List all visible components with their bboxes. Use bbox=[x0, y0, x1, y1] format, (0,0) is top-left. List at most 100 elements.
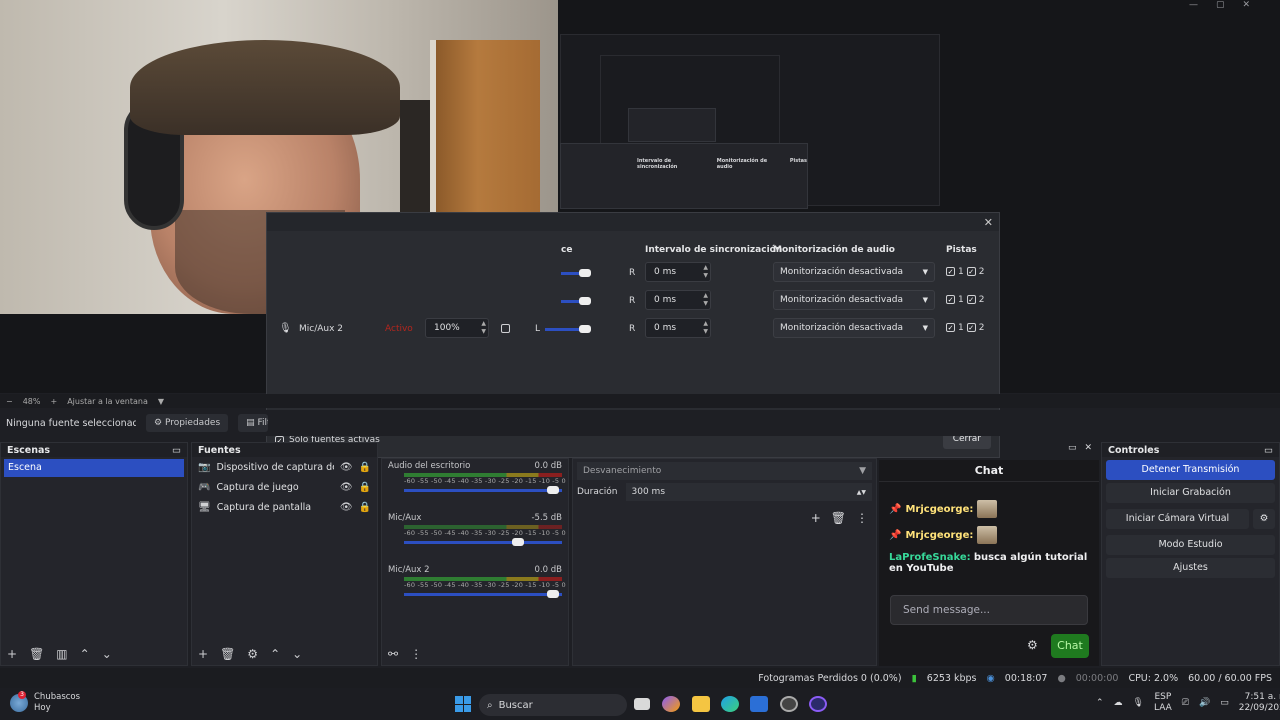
scene-item[interactable]: Escena bbox=[4, 459, 184, 477]
source-item[interactable]: 🖥 Captura de pantalla 👁 🔒 bbox=[192, 497, 377, 517]
col-sync: Intervalo de sincronización bbox=[645, 245, 783, 255]
chevron-down-icon[interactable]: ▼ bbox=[158, 397, 164, 406]
taskbar-search[interactable]: ⌕ Buscar bbox=[479, 694, 627, 716]
balance-slider[interactable] bbox=[545, 325, 591, 333]
col-tracks: Pistas bbox=[946, 245, 977, 255]
battery-icon[interactable]: ▭ bbox=[1220, 698, 1229, 708]
nested-dialog-preview-small bbox=[628, 108, 716, 142]
gear-icon[interactable]: ⚙ bbox=[1253, 509, 1275, 529]
status-active: Activo bbox=[385, 324, 413, 334]
volume-slider[interactable] bbox=[404, 590, 562, 598]
monitoring-select[interactable]: Monitorización desactivada ▼ bbox=[773, 262, 935, 282]
maximize-icon[interactable]: ▢ bbox=[1216, 0, 1225, 14]
audio-mixer-dock: Audio del escritorio 0.0 dB -60 -55 -50 -… bbox=[381, 458, 569, 666]
tracks-checkboxes[interactable]: ✓ 1 ✓ 2 bbox=[946, 295, 984, 305]
mic-icon[interactable]: 🎙 bbox=[1133, 698, 1144, 708]
monitoring-select[interactable]: Monitorización desactivada ▼ bbox=[773, 318, 935, 338]
filters-button[interactable]: ▤ Filtros bbox=[238, 414, 269, 432]
add-icon[interactable]: + bbox=[7, 647, 17, 661]
dock-menu-icon[interactable]: ▭ bbox=[1068, 443, 1077, 453]
store-icon[interactable] bbox=[750, 696, 768, 712]
source-item[interactable]: 🎮 Captura de juego 👁 🔒 bbox=[192, 477, 377, 497]
fps: 60.00 / 60.00 FPS bbox=[1188, 672, 1272, 684]
trash-icon[interactable]: 🗑 bbox=[831, 511, 846, 525]
app-icon[interactable] bbox=[809, 696, 827, 712]
cpu-usage: CPU: 2.0% bbox=[1128, 672, 1179, 684]
gear-icon[interactable]: ⚙ bbox=[1027, 638, 1038, 652]
status-bar: Fotogramas Perdidos 0 (0.0%) ▮ 6253 kbps… bbox=[0, 668, 1280, 688]
minimize-icon[interactable]: — bbox=[1189, 0, 1198, 14]
zoom-in-icon[interactable]: + bbox=[50, 397, 57, 406]
move-down-icon[interactable]: ⌄ bbox=[292, 647, 302, 661]
studio-mode-button[interactable]: Modo Estudio bbox=[1106, 535, 1275, 555]
chat-send-button[interactable]: Chat bbox=[1051, 634, 1089, 658]
more-icon[interactable]: ⋮ bbox=[856, 511, 868, 525]
system-tray: ⌃ ☁ 🎙 ESPLAA ⎚ 🔊 ▭ 7:51 a. m.22/09/2025 bbox=[1096, 692, 1280, 714]
cloud-icon[interactable]: ☁ bbox=[1114, 698, 1123, 708]
duration-field[interactable]: 300 ms ▲▼ bbox=[625, 483, 872, 501]
record-icon: ● bbox=[1057, 672, 1066, 684]
close-icon[interactable]: ✕ bbox=[1242, 0, 1250, 14]
clock[interactable]: 7:51 a. m.22/09/2025 bbox=[1239, 692, 1280, 714]
obs-icon[interactable] bbox=[780, 696, 798, 712]
link-icon[interactable]: ⚯ bbox=[388, 647, 398, 661]
zoom-out-icon[interactable]: − bbox=[6, 397, 13, 406]
sync-offset-field[interactable]: 0 ms ▲ ▼ bbox=[645, 290, 711, 310]
stop-streaming-button[interactable]: Detener Transmisión bbox=[1106, 460, 1275, 480]
settings-button[interactable]: Ajustes bbox=[1106, 558, 1275, 578]
volume-slider[interactable] bbox=[404, 538, 562, 546]
volume-slider[interactable] bbox=[404, 486, 562, 494]
tracks-checkboxes[interactable]: ✓ 1 ✓ 2 bbox=[946, 267, 984, 277]
add-icon[interactable]: + bbox=[811, 511, 821, 525]
chevron-up-icon[interactable]: ⌃ bbox=[1096, 698, 1104, 708]
language-indicator[interactable]: ESP LAA bbox=[1154, 692, 1172, 714]
close-icon[interactable]: ✕ bbox=[984, 216, 993, 229]
move-up-icon[interactable]: ⌃ bbox=[80, 647, 90, 661]
mixer-channel: Mic/Aux 2 0.0 dB -60 -55 -50 -45 -40 -35 … bbox=[382, 563, 568, 615]
sync-offset-field[interactable]: 0 ms ▲ ▼ bbox=[645, 262, 711, 282]
volume-icon[interactable]: 🔊 bbox=[1199, 698, 1210, 708]
filter-icon[interactable]: ▥ bbox=[56, 647, 67, 661]
add-icon[interactable]: + bbox=[198, 647, 208, 661]
cap bbox=[130, 40, 400, 135]
move-up-icon[interactable]: ⌃ bbox=[270, 647, 280, 661]
sync-offset-field[interactable]: 0 ms ▲ ▼ bbox=[645, 318, 711, 338]
mono-checkbox[interactable] bbox=[501, 324, 510, 333]
eye-icon[interactable]: 👁 bbox=[340, 482, 353, 493]
properties-button[interactable]: ⚙ Propiedades bbox=[146, 414, 229, 432]
windows-start-icon[interactable] bbox=[455, 696, 471, 712]
trash-icon[interactable]: 🗑 bbox=[220, 647, 235, 661]
dock-menu-icon[interactable]: ▭ bbox=[1264, 445, 1273, 456]
chat-input[interactable]: Send message... bbox=[890, 595, 1088, 625]
lock-icon[interactable]: 🔒 bbox=[359, 462, 371, 473]
pin-icon: 📌 bbox=[889, 529, 902, 541]
task-view-icon[interactable] bbox=[634, 698, 650, 710]
stream-time: 00:18:07 bbox=[1004, 672, 1048, 684]
start-virtual-camera-button[interactable]: Iniciar Cámara Virtual bbox=[1106, 509, 1249, 529]
close-icon[interactable]: ✕ bbox=[1085, 443, 1093, 453]
stream-icon: ◉ bbox=[986, 672, 995, 684]
tracks-checkboxes[interactable]: ✓ 1 ✓ 2 bbox=[946, 323, 984, 333]
gear-icon[interactable]: ⚙ bbox=[247, 647, 258, 661]
eye-icon[interactable]: 👁 bbox=[340, 462, 353, 473]
move-down-icon[interactable]: ⌄ bbox=[102, 647, 112, 661]
fit-window[interactable]: Ajustar a la ventana bbox=[67, 397, 148, 406]
source-item[interactable]: 📷 Dispositivo de captura de video 👁 🔒 bbox=[192, 457, 377, 477]
file-explorer-icon[interactable] bbox=[692, 696, 710, 712]
bitrate: 6253 kbps bbox=[926, 672, 977, 684]
volume-field[interactable]: 100% ▲ ▼ bbox=[425, 318, 489, 338]
weather-widget[interactable]: 3 Chubascos Hoy bbox=[10, 691, 80, 714]
start-recording-button[interactable]: Iniciar Grabación bbox=[1106, 483, 1275, 503]
dock-menu-icon[interactable]: ▭ bbox=[172, 445, 181, 456]
monitoring-select[interactable]: Monitorización desactivada ▼ bbox=[773, 290, 935, 310]
lock-icon[interactable]: 🔒 bbox=[359, 502, 371, 513]
eye-icon[interactable]: 👁 bbox=[340, 502, 353, 513]
more-icon[interactable]: ⋮ bbox=[410, 647, 422, 661]
trash-icon[interactable]: 🗑 bbox=[29, 647, 44, 661]
no-source-label: Ninguna fuente seleccionada bbox=[6, 417, 136, 429]
transition-select[interactable]: Desvanecimiento ▼ bbox=[577, 462, 872, 480]
lock-icon[interactable]: 🔒 bbox=[359, 482, 371, 493]
copilot-icon[interactable] bbox=[662, 696, 680, 712]
edge-icon[interactable] bbox=[721, 696, 739, 712]
network-icon[interactable]: ⎚ bbox=[1182, 698, 1189, 708]
